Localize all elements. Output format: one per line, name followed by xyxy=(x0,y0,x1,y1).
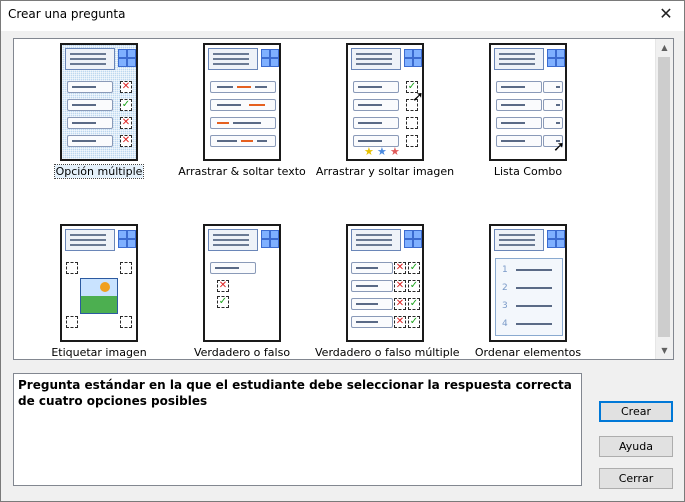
verdadero-falso-label: Verdadero o falso xyxy=(193,346,291,359)
arrastrar-texto-thumbnail-icon xyxy=(203,43,281,161)
question-type-ordenar-elementos[interactable]: 1 2 3 4 Ordenar elementos xyxy=(458,220,598,359)
description-box: Pregunta estándar en la que el estudiant… xyxy=(13,373,582,486)
close-button[interactable]: Cerrar xyxy=(599,468,673,489)
verdadero-falso-multiple-label: Verdadero o falso múltiple xyxy=(315,346,460,359)
question-type-arrastrar-texto[interactable]: Arrastrar & soltar texto xyxy=(172,39,312,179)
etiquetar-imagen-thumbnail-icon xyxy=(60,224,138,342)
scrollbar-thumb[interactable] xyxy=(658,57,670,337)
lista-combo-label: Lista Combo xyxy=(493,165,563,178)
question-type-arrastrar-imagen[interactable]: ✓ ★ ★ ★ ➚ Arrastrar y soltar imagen xyxy=(315,39,455,179)
ordenar-elementos-thumbnail-icon: 1 2 3 4 xyxy=(489,224,567,342)
question-type-lista-combo[interactable]: ➚ Lista Combo xyxy=(458,39,598,179)
opcion-multiple-thumbnail-icon: ✕ ✓ ✕ ✕ xyxy=(60,43,138,161)
question-type-gallery[interactable]: ✕ ✓ ✕ ✕ Opción múltiple Arrastrar & solt… xyxy=(13,38,674,360)
help-button[interactable]: Ayuda xyxy=(599,436,673,457)
ordenar-elementos-label: Ordenar elementos xyxy=(474,346,582,359)
arrastrar-imagen-label: Arrastrar y soltar imagen xyxy=(315,165,455,178)
question-type-opcion-multiple[interactable]: ✕ ✓ ✕ ✕ Opción múltiple xyxy=(29,39,169,179)
scroll-down-icon[interactable]: ▼ xyxy=(656,342,673,359)
window-title: Crear una pregunta xyxy=(8,7,126,21)
question-type-verdadero-falso-multiple[interactable]: ✕ ✓ ✕ ✓ ✕ ✓ ✕ ✓ Verdadero o falso múltiple xyxy=(315,220,460,359)
question-type-verdadero-falso[interactable]: ✕ ✓ Verdadero o falso xyxy=(172,220,312,359)
question-type-etiquetar-imagen[interactable]: Etiquetar imagen xyxy=(29,220,169,359)
close-icon[interactable]: ✕ xyxy=(656,4,676,24)
scroll-up-icon[interactable]: ▲ xyxy=(656,39,673,56)
opcion-multiple-label: Opción múltiple xyxy=(53,164,145,179)
arrastrar-texto-label: Arrastrar & soltar texto xyxy=(178,165,306,178)
lista-combo-thumbnail-icon: ➚ xyxy=(489,43,567,161)
etiquetar-imagen-label: Etiquetar imagen xyxy=(51,346,147,359)
title-bar: Crear una pregunta ✕ xyxy=(1,1,684,31)
verdadero-falso-multiple-thumbnail-icon: ✕ ✓ ✕ ✓ ✕ ✓ ✕ ✓ xyxy=(346,224,424,342)
create-button[interactable]: Crear xyxy=(599,401,673,422)
verdadero-falso-thumbnail-icon: ✕ ✓ xyxy=(203,224,281,342)
arrastrar-imagen-thumbnail-icon: ✓ ★ ★ ★ ➚ xyxy=(346,43,424,161)
gallery-scrollbar[interactable]: ▲ ▼ xyxy=(655,39,673,359)
